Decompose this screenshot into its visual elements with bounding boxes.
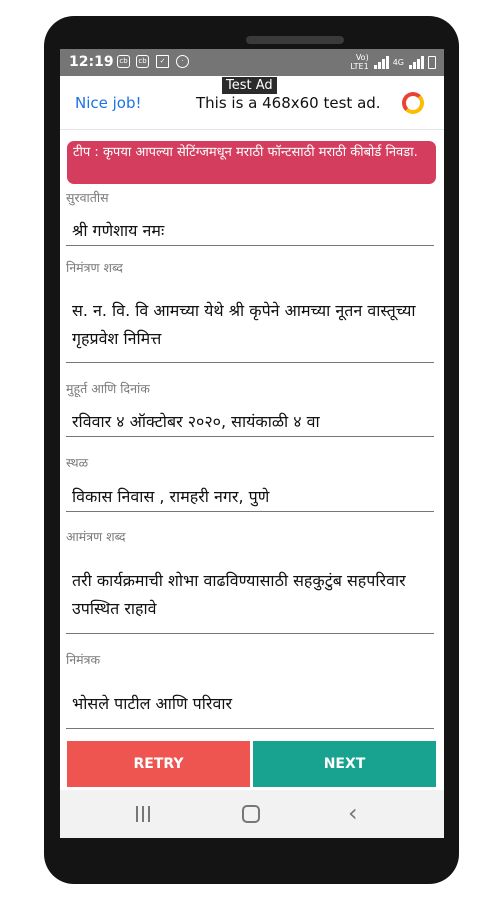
field-underline	[66, 511, 434, 512]
field-label-host: निमंत्रक	[66, 652, 101, 667]
next-button[interactable]: NEXT	[253, 741, 436, 787]
field-label-start: सुरवातीस	[66, 190, 109, 205]
tip-banner: टीप : कृपया आपल्या सेटिंग्जमधून मराठी फॉ…	[67, 141, 436, 184]
signal-icon	[373, 55, 389, 69]
hotspot-icon: ·	[176, 55, 189, 68]
field-underline	[66, 436, 434, 437]
field-underline	[66, 245, 434, 246]
app-screen: 12:19 cb cb ✓ · Vo) LTE1 4G Test Ad Nice…	[60, 49, 444, 838]
network-label: Vo)	[355, 53, 369, 62]
retry-button[interactable]: RETRY	[67, 741, 250, 787]
home-icon[interactable]	[242, 805, 260, 823]
admob-logo-icon[interactable]	[402, 92, 424, 114]
status-time: 12:19	[69, 54, 114, 70]
clipboard-icon: ✓	[156, 55, 169, 68]
field-label-invitation-words: निमंत्रण शब्द	[66, 260, 123, 275]
field-underline	[66, 362, 434, 363]
field-input-start[interactable]: श्री गणेशाय नमः	[72, 217, 432, 245]
status-bar: 12:19 cb cb ✓ · Vo) LTE1 4G	[60, 49, 444, 76]
signal-type: 4G	[392, 57, 404, 67]
cb-icon: cb	[117, 55, 130, 68]
recents-icon[interactable]	[136, 806, 152, 822]
ad-badge: Test Ad	[222, 77, 277, 94]
ad-body[interactable]: This is a 468x60 test ad.	[196, 94, 381, 112]
ad-headline[interactable]: Nice job!	[75, 94, 142, 112]
cb-icon: cb	[136, 55, 149, 68]
lte-label: LTE1	[350, 62, 369, 71]
field-input-muhurat-date[interactable]: रविवार ४ ऑक्टोबर २०२०, सायंकाळी ४ वा	[72, 408, 432, 436]
field-underline	[66, 633, 434, 634]
field-input-venue[interactable]: विकास निवास , रामहरी नगर, पुणे	[72, 483, 432, 511]
battery-icon	[428, 55, 436, 69]
ad-banner[interactable]: Test Ad Nice job! This is a 468x60 test …	[60, 76, 444, 130]
status-right: Vo) LTE1 4G	[350, 53, 436, 71]
field-label-venue: स्थळ	[66, 455, 89, 470]
field-label-invite-words: आमंत्रण शब्द	[66, 529, 126, 544]
field-input-invite-words[interactable]: तरी कार्यक्रमाची शोभा वाढविण्यासाठी सहकु…	[72, 567, 432, 623]
signal-icon	[408, 55, 424, 69]
field-input-invitation-words[interactable]: स. न. वि. वि आमच्या येथे श्री कृपेने आमच…	[72, 297, 432, 353]
field-input-host[interactable]: भोसले पाटील आणि परिवार	[72, 690, 432, 718]
field-label-muhurat-date: मुहूर्त आणि दिनांक	[66, 381, 150, 396]
field-underline	[66, 728, 434, 729]
system-nav-bar: ‹	[60, 790, 444, 838]
back-icon[interactable]: ‹	[348, 799, 358, 827]
speaker-grille	[246, 36, 344, 44]
